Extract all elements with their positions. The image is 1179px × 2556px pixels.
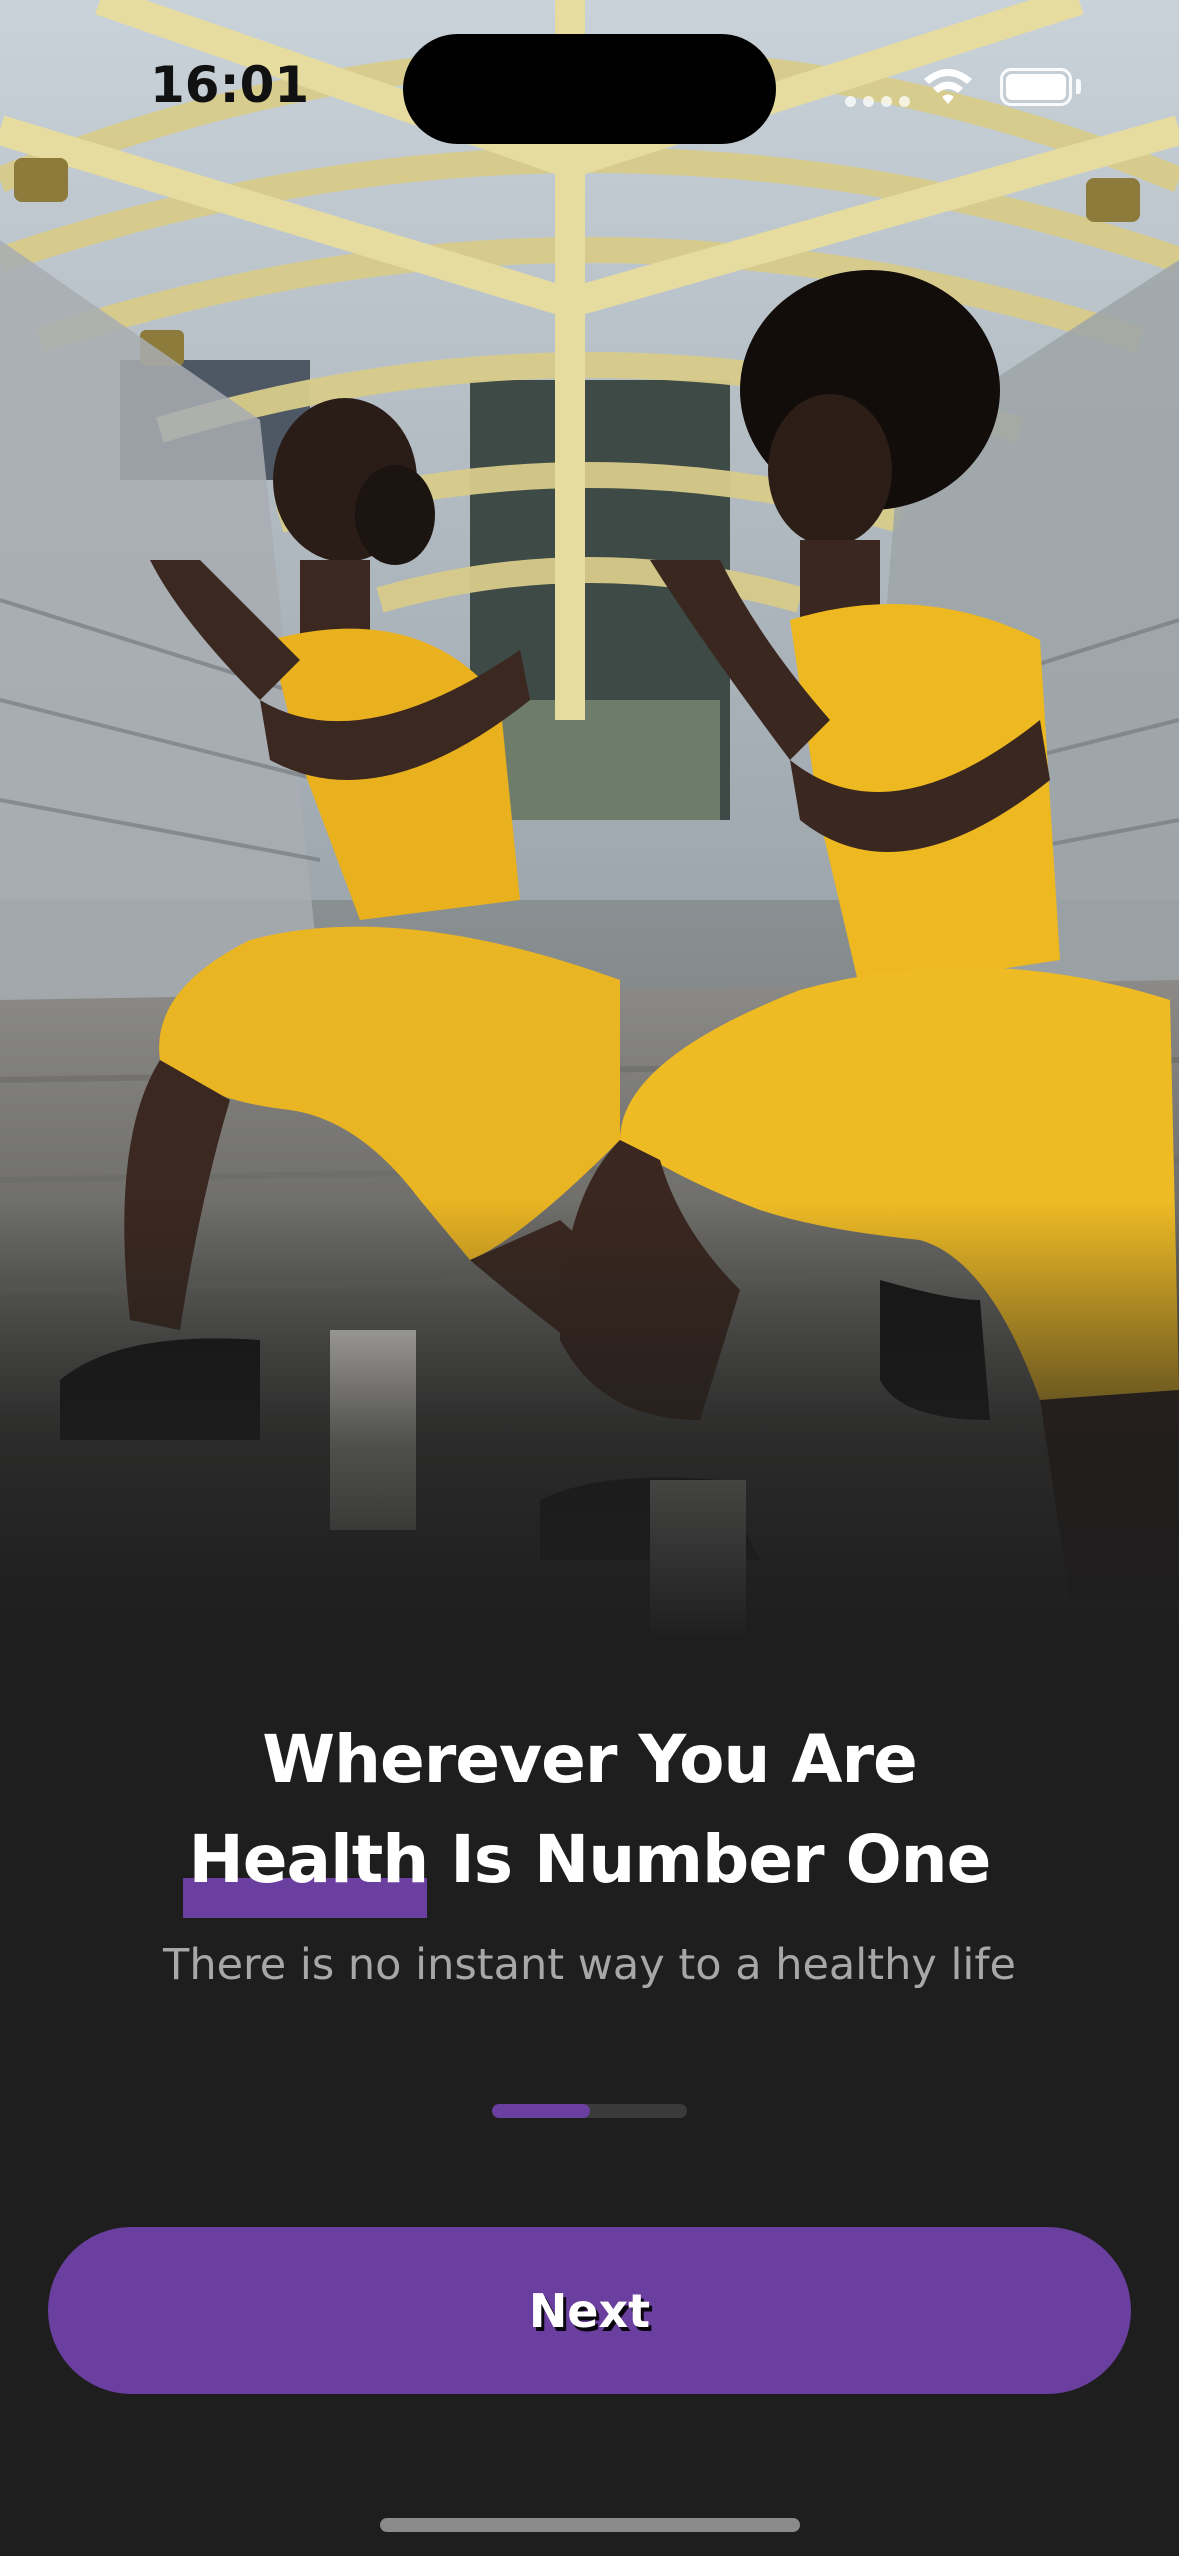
hero-fade-overlay	[0, 1200, 1179, 1640]
onboarding-subtitle: There is no instant way to a healthy lif…	[163, 1940, 1016, 1990]
title-line-2-rest: Is Number One	[428, 1821, 991, 1898]
status-time: 16:01	[150, 56, 310, 114]
page-indicator-active	[492, 2104, 590, 2118]
page-indicator	[492, 2104, 687, 2118]
battery-cap	[1076, 79, 1081, 94]
onboarding-title: Wherever You Are Health Is Number One	[0, 1710, 1179, 1918]
title-highlight: Health	[182, 1810, 430, 1918]
cellular-signal-icon	[845, 96, 910, 107]
wifi-icon	[924, 69, 972, 104]
title-line-1: Wherever You Are	[262, 1721, 918, 1798]
next-button-label: Next	[528, 2283, 651, 2338]
title-line-2: Health Is Number One	[0, 1810, 1179, 1918]
dynamic-island	[403, 34, 776, 144]
title-highlight-word: Health	[188, 1821, 430, 1898]
hero-image	[0, 0, 1179, 1640]
next-button[interactable]: Next	[48, 2227, 1131, 2394]
battery-icon	[1000, 68, 1072, 106]
home-indicator[interactable]	[380, 2518, 800, 2532]
